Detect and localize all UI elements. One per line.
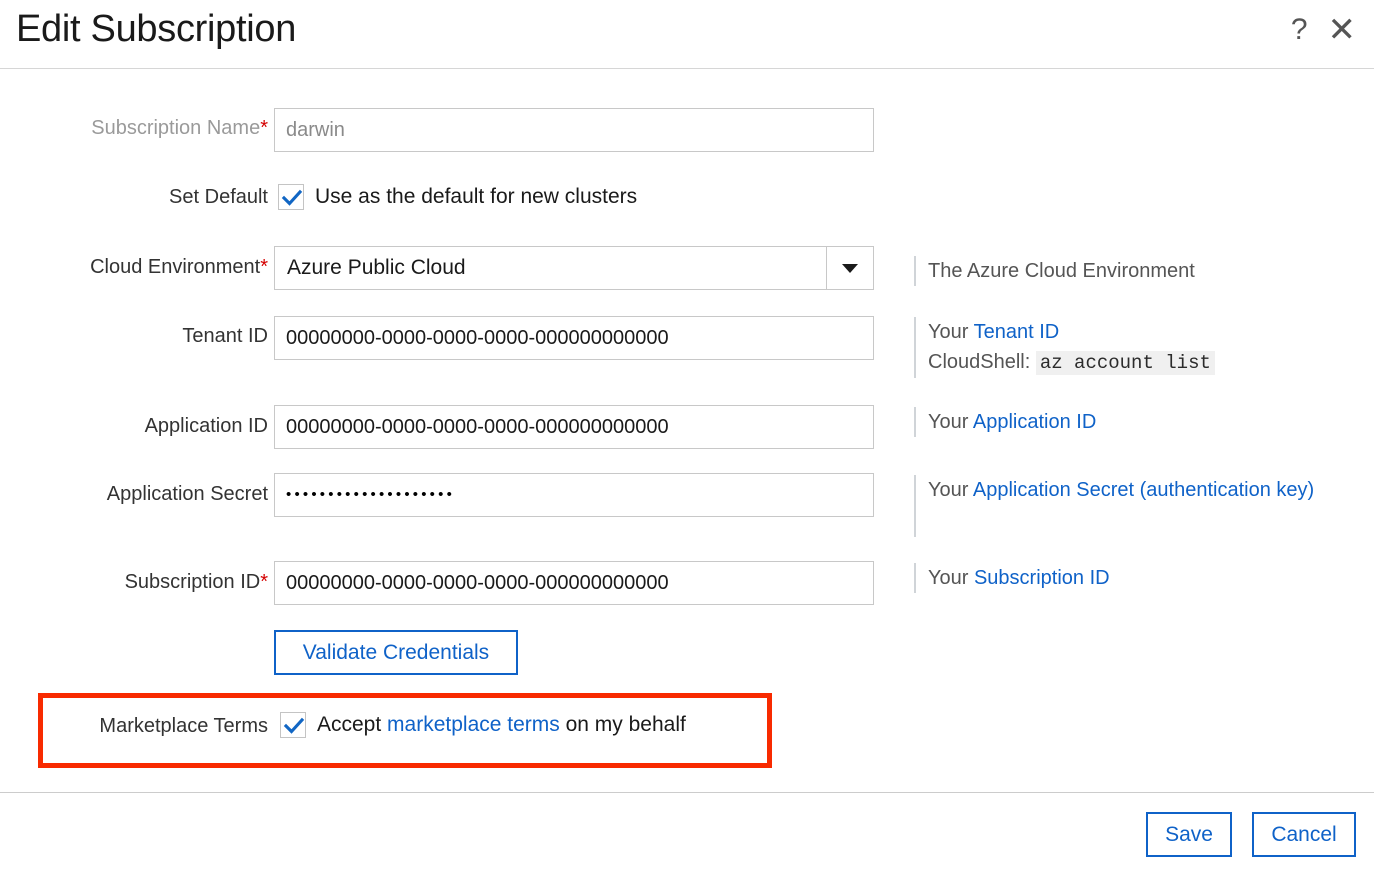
label-marketplace-terms: Marketplace Terms [99, 715, 268, 737]
marketplace-text-before: Accept [317, 713, 388, 736]
label-cloud-environment: Cloud Environment* [0, 256, 268, 279]
label-application-secret: Application Secret [106, 483, 268, 505]
marketplace-terms-checkbox[interactable] [280, 712, 306, 738]
dialog-body: Subscription Name* darwin Set Default Us… [0, 69, 1374, 792]
subscription-id-link[interactable]: Subscription ID [974, 567, 1110, 589]
help-tenant-id-line2: CloudShell: az account list [928, 347, 1334, 378]
marketplace-terms-link[interactable]: marketplace terms [387, 713, 560, 736]
help-tenant-id-prefix: Your [928, 321, 974, 343]
save-button[interactable]: Save [1146, 812, 1232, 857]
page-title: Edit Subscription [16, 8, 297, 50]
help-application-secret-prefix: Your [928, 479, 973, 501]
help-cloud-environment: The Azure Cloud Environment [914, 256, 1334, 286]
application-id-input[interactable]: 00000000-0000-0000-0000-000000000000 [274, 405, 874, 449]
checkmark-icon [283, 717, 305, 734]
application-secret-link[interactable]: Application Secret (authentication key) [973, 479, 1314, 501]
dialog-footer: Save Cancel [0, 792, 1374, 877]
application-secret-input[interactable]: •••••••••••••••••••• [274, 473, 874, 517]
help-subscription-id: Your Subscription ID [914, 563, 1334, 593]
subscription-id-input[interactable]: 00000000-0000-0000-0000-000000000000 [274, 561, 874, 605]
help-cloud-environment-text: The Azure Cloud Environment [928, 260, 1195, 282]
header-actions: ? ✕ [1291, 10, 1356, 50]
cloudshell-command: az account list [1035, 351, 1215, 375]
help-tenant-id-line1: Your Tenant ID [928, 317, 1334, 347]
set-default-checkbox-label: Use as the default for new clusters [315, 185, 638, 208]
required-asterisk: * [260, 256, 268, 278]
label-subscription-id-text: Subscription ID [124, 571, 261, 593]
chevron-down-icon[interactable] [826, 247, 873, 289]
help-application-id-prefix: Your [928, 411, 973, 433]
checkmark-icon [281, 189, 303, 206]
help-application-secret: Your Application Secret (authentication … [914, 475, 1334, 537]
cancel-button[interactable]: Cancel [1252, 812, 1356, 857]
help-cloudshell-prefix: CloudShell: [928, 351, 1036, 373]
help-tenant-id: Your Tenant ID CloudShell: az account li… [914, 317, 1334, 378]
cloud-environment-select[interactable]: Azure Public Cloud [274, 246, 874, 290]
dialog-header: Edit Subscription ? ✕ [0, 0, 1374, 69]
help-subscription-id-prefix: Your [928, 567, 974, 589]
label-subscription-id: Subscription ID* [0, 571, 268, 594]
required-asterisk: * [260, 117, 268, 139]
label-subscription-name-text: Subscription Name [91, 117, 261, 139]
label-application-id: Application ID [144, 415, 268, 437]
application-id-link[interactable]: Application ID [973, 411, 1096, 433]
marketplace-terms-checkbox-label: Accept marketplace terms on my behalf [317, 713, 686, 737]
set-default-checkbox[interactable] [278, 184, 304, 210]
tenant-id-link[interactable]: Tenant ID [974, 321, 1060, 343]
close-icon[interactable]: ✕ [1328, 10, 1357, 50]
set-default-checkbox-group[interactable]: Use as the default for new clusters [278, 184, 637, 210]
required-asterisk: * [260, 571, 268, 593]
validate-credentials-button[interactable]: Validate Credentials [274, 630, 518, 675]
help-application-id: Your Application ID [914, 407, 1334, 437]
label-subscription-name: Subscription Name* [0, 117, 268, 140]
label-set-default: Set Default [169, 186, 268, 208]
marketplace-terms-checkbox-group[interactable]: Accept marketplace terms on my behalf [280, 712, 686, 738]
subscription-name-input[interactable]: darwin [274, 108, 874, 152]
cloud-environment-value: Azure Public Cloud [287, 256, 466, 279]
help-icon[interactable]: ? [1291, 10, 1308, 50]
tenant-id-input[interactable]: 00000000-0000-0000-0000-000000000000 [274, 316, 874, 360]
marketplace-text-after: on my behalf [559, 713, 686, 736]
label-cloud-environment-text: Cloud Environment [90, 256, 261, 278]
label-tenant-id: Tenant ID [182, 325, 268, 347]
